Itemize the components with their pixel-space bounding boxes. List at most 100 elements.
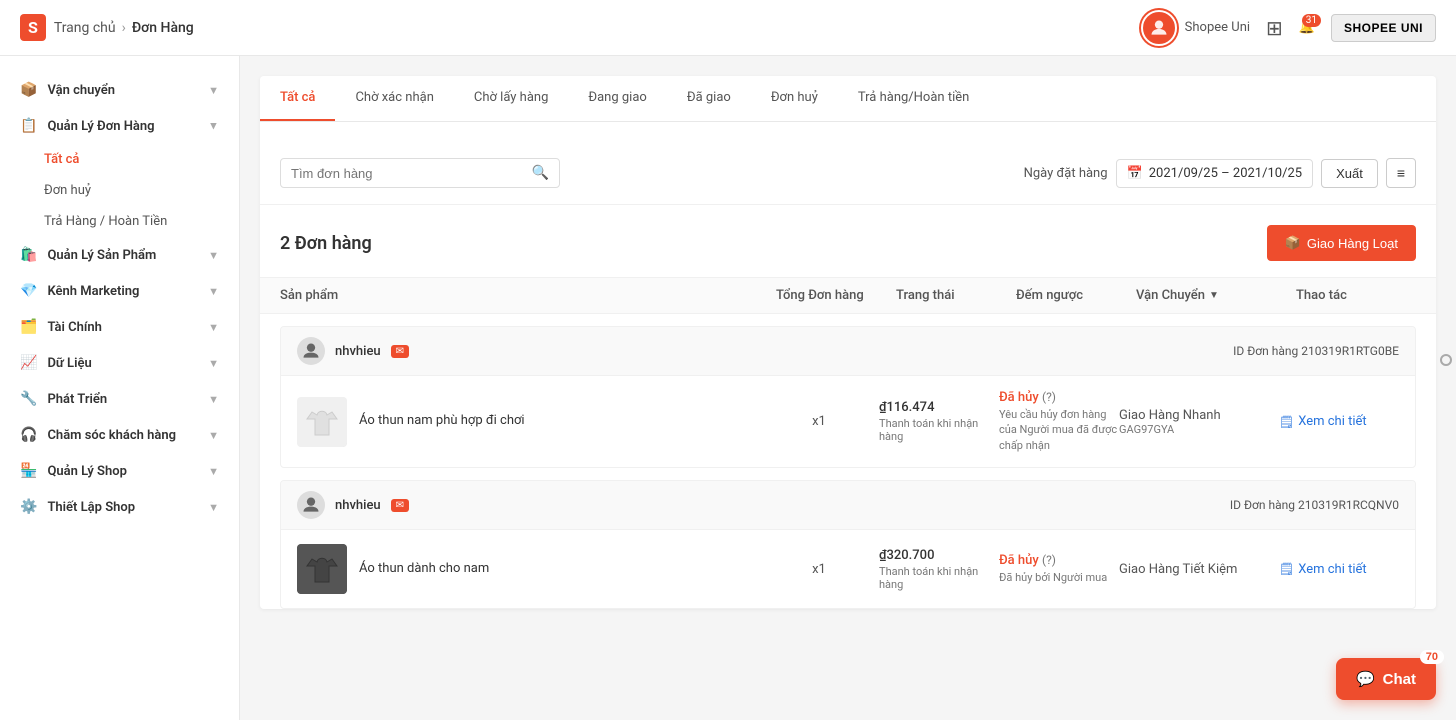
export-button[interactable]: Xuất [1321, 159, 1378, 188]
action-cell-2: 🗒 Xem chi tiết [1279, 562, 1399, 577]
sidebar: 📦 Vận chuyển ▼ 📋 Quản Lý Đơn Hàng ▲ Tất … [0, 56, 240, 720]
col-status: Trang thái [896, 288, 1016, 303]
sidebar-item-van-chuyen[interactable]: 📦 Vận chuyển ▼ [0, 72, 239, 108]
message-icon-2[interactable]: ✉ [391, 499, 409, 512]
tab-tat-ca[interactable]: Tất cả [260, 76, 335, 121]
sidebar-label-quan-ly-shop: Quản Lý Shop [47, 464, 126, 479]
sidebar-item-marketing[interactable]: 💎 Kênh Marketing ▼ [0, 273, 239, 309]
action-cell-1: 🗒 Xem chi tiết [1279, 414, 1399, 429]
sidebar-label-marketing: Kênh Marketing [47, 284, 139, 299]
status-help-icon-1[interactable]: (?) [1042, 390, 1056, 404]
order-id-2: ID Đơn hàng 210319R1RCQNV0 [1230, 498, 1399, 512]
chevron-down-icon-7: ▼ [208, 429, 219, 442]
user-menu-button[interactable]: SHOPEE UNI [1331, 14, 1436, 42]
sidebar-label-cham-soc: Chăm sóc khách hàng [47, 428, 176, 443]
apps-grid-icon[interactable]: ⊞ [1266, 16, 1283, 40]
price-note-1: Thanh toán khi nhận hàng [879, 417, 999, 443]
sidebar-item-du-lieu[interactable]: 📈 Dữ Liệu ▼ [0, 345, 239, 381]
tab-cho-xac-nhan[interactable]: Chờ xác nhận [335, 76, 453, 121]
status-note-1: Yêu cầu hủy đơn hàng của Người mua đã đư… [999, 407, 1119, 453]
price-amount-1: ₫116.474 [879, 400, 999, 415]
notification-button[interactable]: 🔔 31 [1299, 20, 1315, 35]
chevron-down-icon-5: ▼ [208, 357, 219, 370]
tab-tra-hang[interactable]: Trả hàng/Hoàn tiền [838, 76, 989, 121]
sidebar-label-phat-trien: Phát Triển [47, 392, 107, 407]
shipping-method-1: Giao Hàng Nhanh [1119, 408, 1279, 423]
qty-1: x1 [759, 414, 879, 429]
seller-name-2: nhvhieu [335, 498, 381, 513]
tab-cho-lay-hang[interactable]: Chờ lấy hàng [454, 76, 569, 121]
col-countdown: Đếm ngược [1016, 288, 1136, 303]
filter-options-button[interactable]: ≡ [1386, 158, 1416, 188]
quan-ly-shop-icon: 🏪 [20, 463, 37, 479]
chevron-down-icon-4: ▼ [208, 321, 219, 334]
search-icon: 🔍 [532, 165, 549, 181]
bulk-ship-button[interactable]: 📦 Giao Hàng Loạt [1267, 225, 1416, 261]
status-cell-1: Đã hủy (?) Yêu cầu hủy đơn hàng của Ngườ… [999, 390, 1119, 453]
sidebar-item-quan-ly-shop[interactable]: 🏪 Quản Lý Shop ▼ [0, 453, 239, 489]
chevron-down-icon-9: ▼ [208, 501, 219, 514]
bulk-ship-label: Giao Hàng Loạt [1307, 236, 1398, 251]
col-shipping[interactable]: Vận Chuyển ▼ [1136, 288, 1296, 303]
header-left: S Trang chủ › Đơn Hàng [20, 14, 194, 41]
product-image-1 [297, 397, 347, 447]
seller-avatar-1 [297, 337, 325, 365]
status-help-icon-2[interactable]: (?) [1042, 553, 1056, 567]
order-id-1: ID Đơn hàng 210319R1RTG0BE [1233, 344, 1399, 358]
sidebar-label-don-hang: Quản Lý Đơn Hàng [47, 119, 154, 134]
detail-icon-2: 🗒 [1279, 562, 1294, 576]
date-range-value: 2021/09/25 – 2021/10/25 [1149, 166, 1302, 181]
order-card-1: nhvhieu ✉ ID Đơn hàng 210319R1RTG0BE [280, 326, 1416, 468]
view-detail-button-2[interactable]: 🗒 Xem chi tiết [1279, 562, 1399, 577]
shopee-uni-section: Shopee Uni [1141, 10, 1250, 46]
tab-don-huy[interactable]: Đơn huỷ [751, 76, 838, 121]
scroll-indicator [1440, 354, 1452, 366]
tab-da-giao[interactable]: Đã giao [667, 76, 751, 121]
sidebar-submenu-tra-hang[interactable]: Trả Hàng / Hoàn Tiền [44, 206, 239, 237]
search-input[interactable] [291, 166, 524, 181]
sidebar-item-thiet-lap[interactable]: ⚙️ Thiết Lập Shop ▼ [0, 489, 239, 525]
status-label-1: Đã hủy [999, 390, 1039, 405]
price-cell-1: ₫116.474 Thanh toán khi nhận hàng [879, 400, 999, 443]
sidebar-item-phat-trien[interactable]: 🔧 Phát Triển ▼ [0, 381, 239, 417]
shipping-code-1: GAG97GYA [1119, 423, 1279, 436]
sidebar-item-quan-ly-don-hang[interactable]: 📋 Quản Lý Đơn Hàng ▲ [0, 108, 239, 144]
col-product: Sản phẩm [280, 288, 776, 303]
shipping-sort-icon: ▼ [1209, 290, 1219, 301]
header: S Trang chủ › Đơn Hàng Shopee Uni ⊞ 🔔 31… [0, 0, 1456, 56]
sidebar-item-san-pham[interactable]: 🛍️ Quản Lý Sản Phẩm ▼ [0, 237, 239, 273]
breadcrumb: Trang chủ › Đơn Hàng [54, 20, 194, 36]
price-cell-2: ₫320.700 Thanh toán khi nhận hàng [879, 548, 999, 591]
du-lieu-icon: 📈 [20, 355, 37, 371]
status-note-2: Đã hủy bởi Người mua [999, 570, 1119, 585]
chat-button[interactable]: 💬 Chat 70 [1336, 658, 1436, 700]
product-cell-1: Áo thun nam phù hợp đi chơi [297, 397, 759, 447]
order-count-label: 2 Đơn hàng [280, 233, 372, 254]
tab-dang-giao[interactable]: Đang giao [568, 76, 666, 121]
sidebar-item-cham-soc[interactable]: 🎧 Chăm sóc khách hàng ▼ [0, 417, 239, 453]
breadcrumb-home[interactable]: Trang chủ [54, 20, 116, 36]
order-header: 2 Đơn hàng 📦 Giao Hàng Loạt [260, 205, 1436, 277]
main-layout: 📦 Vận chuyển ▼ 📋 Quản Lý Đơn Hàng ▲ Tất … [0, 56, 1456, 720]
shopee-logo[interactable]: S [20, 14, 46, 41]
order-card-header-2: nhvhieu ✉ ID Đơn hàng 210319R1RCQNV0 [281, 481, 1415, 530]
phat-trien-icon: 🔧 [20, 391, 37, 407]
sidebar-label-van-chuyen: Vận chuyển [47, 83, 115, 98]
price-amount-2: ₫320.700 [879, 548, 999, 563]
calendar-icon: 📅 [1127, 166, 1143, 181]
seller-avatar-2 [297, 491, 325, 519]
shopee-uni-label: Shopee Uni [1185, 20, 1250, 35]
chevron-down-icon-3: ▼ [208, 285, 219, 298]
notification-badge: 31 [1302, 14, 1321, 27]
sidebar-submenu-don-huy[interactable]: Đơn huỷ [44, 175, 239, 206]
date-filter: Ngày đặt hàng 📅 2021/09/25 – 2021/10/25 … [1024, 158, 1416, 188]
message-icon-1[interactable]: ✉ [391, 345, 409, 358]
date-range-picker[interactable]: 📅 2021/09/25 – 2021/10/25 [1116, 159, 1314, 188]
view-detail-button-1[interactable]: 🗒 Xem chi tiết [1279, 414, 1399, 429]
seller-name-1: nhvhieu [335, 344, 381, 359]
product-name-2: Áo thun dành cho nam [359, 560, 489, 578]
sidebar-item-tai-chinh[interactable]: 🗂️ Tài Chính ▼ [0, 309, 239, 345]
sidebar-submenu-tat-ca[interactable]: Tất cả [44, 144, 239, 175]
header-right: Shopee Uni ⊞ 🔔 31 SHOPEE UNI [1141, 10, 1436, 46]
tai-chinh-icon: 🗂️ [20, 319, 37, 335]
